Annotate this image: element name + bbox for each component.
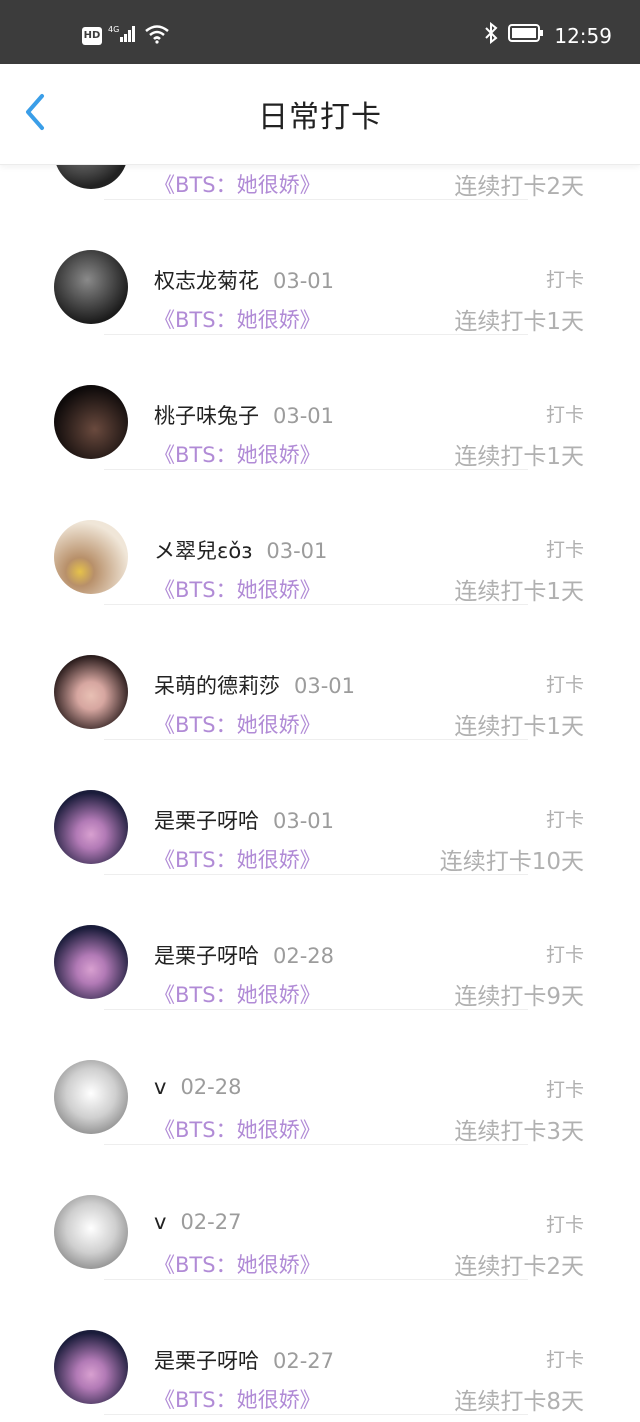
streak-text: 连续打卡10天 (439, 849, 584, 875)
user-name: 是栗子呀哈 03-01 (154, 809, 335, 833)
battery-icon (508, 23, 544, 48)
divider (104, 1414, 528, 1415)
user-name: v 02-27 (154, 1210, 242, 1234)
network-type: 4G (108, 25, 119, 34)
book-title[interactable]: 《BTS：她很娇》 (154, 709, 321, 739)
checkin-date: 03-01 (266, 539, 328, 563)
status-bar: HD 4G 12:59 (0, 0, 640, 64)
checkin-date: 03-01 (273, 404, 335, 428)
signal-icon: 4G (108, 24, 138, 48)
avatar[interactable] (54, 520, 128, 594)
checkin-tag: 打卡 (545, 269, 584, 291)
list-item[interactable]: 呆萌的德莉莎 03-01 《BTS：她很娇》 打卡 连续打卡1天 (0, 604, 640, 740)
avatar[interactable] (54, 385, 128, 459)
checkin-tag: 打卡 (545, 674, 584, 696)
streak-text: 连续打卡1天 (454, 579, 584, 605)
checkin-tag: 打卡 (545, 539, 584, 561)
checkin-date: 02-27 (273, 1349, 335, 1373)
avatar[interactable] (54, 1330, 128, 1404)
user-name: 是栗子呀哈 02-28 (154, 944, 335, 968)
streak-text: 连续打卡2天 (454, 174, 584, 200)
streak-text: 连续打卡3天 (454, 1119, 584, 1145)
book-title[interactable]: 《BTS：她很娇》 (154, 439, 321, 469)
user-name: 权志龙菊花 03-01 (154, 269, 335, 293)
checkin-date: 03-01 (294, 674, 356, 698)
checkin-date: 02-28 (273, 944, 335, 968)
checkin-date: 02-28 (180, 1075, 242, 1099)
avatar[interactable] (54, 655, 128, 729)
checkin-date: 02-27 (180, 1210, 242, 1234)
book-title[interactable]: 《BTS：她很娇》 (154, 1249, 321, 1279)
checkin-date: 03-01 (273, 269, 335, 293)
nav-header: 日常打卡 (0, 64, 640, 165)
user-name: 呆萌的德莉莎 03-01 (154, 674, 356, 698)
book-title[interactable]: 《BTS：她很娇》 (154, 574, 321, 604)
book-title[interactable]: 《BTS：她很娇》 (154, 304, 321, 334)
bluetooth-icon (484, 21, 498, 49)
list-item[interactable]: 是栗子呀哈 02-28 《BTS：她很娇》 打卡 连续打卡9天 (0, 874, 640, 1010)
avatar[interactable] (54, 1195, 128, 1269)
checkin-tag: 打卡 (545, 944, 584, 966)
wifi-icon (144, 24, 170, 48)
avatar[interactable] (54, 925, 128, 999)
streak-text: 连续打卡1天 (454, 444, 584, 470)
book-title[interactable]: 《BTS：她很娇》 (154, 979, 321, 1009)
list-item[interactable]: メ翠兒ɛǒɜ 03-01 《BTS：她很娇》 打卡 连续打卡1天 (0, 469, 640, 605)
streak-text: 连续打卡2天 (454, 1254, 584, 1280)
checkin-tag: 打卡 (545, 404, 584, 426)
hd-icon: HD (82, 27, 102, 45)
user-name: v 02-28 (154, 1075, 242, 1099)
user-name: 桃子味兔子 03-01 (154, 404, 335, 428)
book-title[interactable]: 《BTS：她很娇》 (154, 844, 321, 874)
avatar[interactable] (54, 164, 128, 189)
checkin-tag: 打卡 (545, 1079, 584, 1101)
list-item[interactable]: 是栗子呀哈 02-27 《BTS：她很娇》 打卡 连续打卡8天 (0, 1279, 640, 1415)
streak-text: 连续打卡8天 (454, 1389, 584, 1415)
list-item[interactable]: 桃子味兔子 03-01 《BTS：她很娇》 打卡 连续打卡1天 (0, 334, 640, 470)
avatar[interactable] (54, 1060, 128, 1134)
list-item[interactable]: v 02-28 《BTS：她很娇》 打卡 连续打卡3天 (0, 1009, 640, 1145)
streak-text: 连续打卡1天 (454, 309, 584, 335)
streak-text: 连续打卡1天 (454, 714, 584, 740)
clock-text: 12:59 (554, 23, 612, 48)
streak-text: 连续打卡9天 (454, 984, 584, 1010)
list-item[interactable]: 权志龙菊花 03-01 《BTS：她很娇》 打卡 连续打卡1天 (0, 199, 640, 335)
list-item[interactable]: v 02-27 《BTS：她很娇》 打卡 连续打卡2天 (0, 1144, 640, 1280)
checkin-list[interactable]: 《BTS：她很娇》 连续打卡2天 权志龙菊花 03-01 《BTS：她很娇》 打卡… (0, 164, 640, 1422)
list-item[interactable]: 是栗子呀哈 03-01 《BTS：她很娇》 打卡 连续打卡10天 (0, 739, 640, 875)
user-name: メ翠兒ɛǒɜ 03-01 (154, 539, 328, 563)
book-title[interactable]: 《BTS：她很娇》 (154, 1114, 321, 1144)
page-title: 日常打卡 (258, 100, 382, 135)
book-title[interactable]: 《BTS：她很娇》 (154, 169, 321, 199)
book-title[interactable]: 《BTS：她很娇》 (154, 1384, 321, 1414)
checkin-tag: 打卡 (545, 809, 584, 831)
checkin-tag: 打卡 (545, 1349, 584, 1371)
avatar[interactable] (54, 250, 128, 324)
list-item[interactable]: 《BTS：她很娇》 连续打卡2天 (0, 164, 640, 200)
avatar[interactable] (54, 790, 128, 864)
user-name: 是栗子呀哈 02-27 (154, 1349, 335, 1373)
checkin-tag: 打卡 (545, 1214, 584, 1236)
checkin-date: 03-01 (273, 809, 335, 833)
